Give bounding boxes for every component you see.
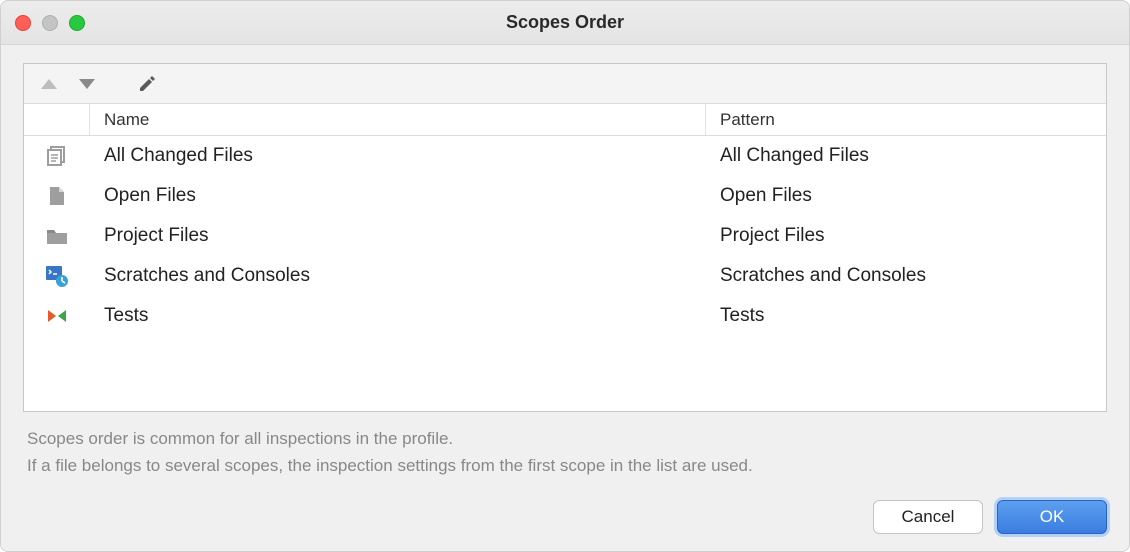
column-name[interactable]: Name xyxy=(90,104,706,135)
scope-pattern: Scratches and Consoles xyxy=(706,265,1106,287)
table-row[interactable]: Open Files Open Files xyxy=(24,176,1106,216)
scope-pattern: Tests xyxy=(706,305,1106,327)
open-file-icon xyxy=(24,185,90,207)
dialog-window: Scopes Order Na xyxy=(0,0,1130,552)
maximize-window-button[interactable] xyxy=(69,15,85,31)
column-pattern[interactable]: Pattern xyxy=(706,104,1106,135)
window-title: Scopes Order xyxy=(1,12,1129,33)
toolbar xyxy=(24,64,1106,104)
column-icon xyxy=(24,104,90,135)
minimize-window-button[interactable] xyxy=(42,15,58,31)
scope-name: All Changed Files xyxy=(90,145,706,167)
scope-name: Tests xyxy=(90,305,706,327)
changed-files-icon xyxy=(24,145,90,167)
cancel-button[interactable]: Cancel xyxy=(873,500,983,534)
table-row[interactable]: Scratches and Consoles Scratches and Con… xyxy=(24,256,1106,296)
window-controls xyxy=(15,15,85,31)
scope-pattern: All Changed Files xyxy=(706,145,1106,167)
dialog-footer: Cancel OK xyxy=(1,483,1129,551)
scratches-icon xyxy=(24,265,90,287)
scopes-panel: Name Pattern All Changed Files xyxy=(23,63,1107,412)
hint-line-2: If a file belongs to several scopes, the… xyxy=(27,453,1103,479)
titlebar: Scopes Order xyxy=(1,1,1129,45)
scope-name: Project Files xyxy=(90,225,706,247)
ok-button[interactable]: OK xyxy=(997,500,1107,534)
table-header: Name Pattern xyxy=(24,104,1106,136)
scope-pattern: Project Files xyxy=(706,225,1106,247)
scope-pattern: Open Files xyxy=(706,185,1106,207)
move-up-button[interactable] xyxy=(32,69,66,99)
edit-button[interactable] xyxy=(130,69,164,99)
hint-text: Scopes order is common for all inspectio… xyxy=(23,412,1107,483)
scope-name: Scratches and Consoles xyxy=(90,265,706,287)
close-window-button[interactable] xyxy=(15,15,31,31)
scope-name: Open Files xyxy=(90,185,706,207)
table-row[interactable]: Tests Tests xyxy=(24,296,1106,336)
folder-icon xyxy=(24,227,90,245)
table-row[interactable]: Project Files Project Files xyxy=(24,216,1106,256)
hint-line-1: Scopes order is common for all inspectio… xyxy=(27,426,1103,452)
move-down-button[interactable] xyxy=(70,69,104,99)
table-body: All Changed Files All Changed Files Open… xyxy=(24,136,1106,411)
table-row[interactable]: All Changed Files All Changed Files xyxy=(24,136,1106,176)
tests-icon xyxy=(24,306,90,326)
dialog-content: Name Pattern All Changed Files xyxy=(1,45,1129,483)
